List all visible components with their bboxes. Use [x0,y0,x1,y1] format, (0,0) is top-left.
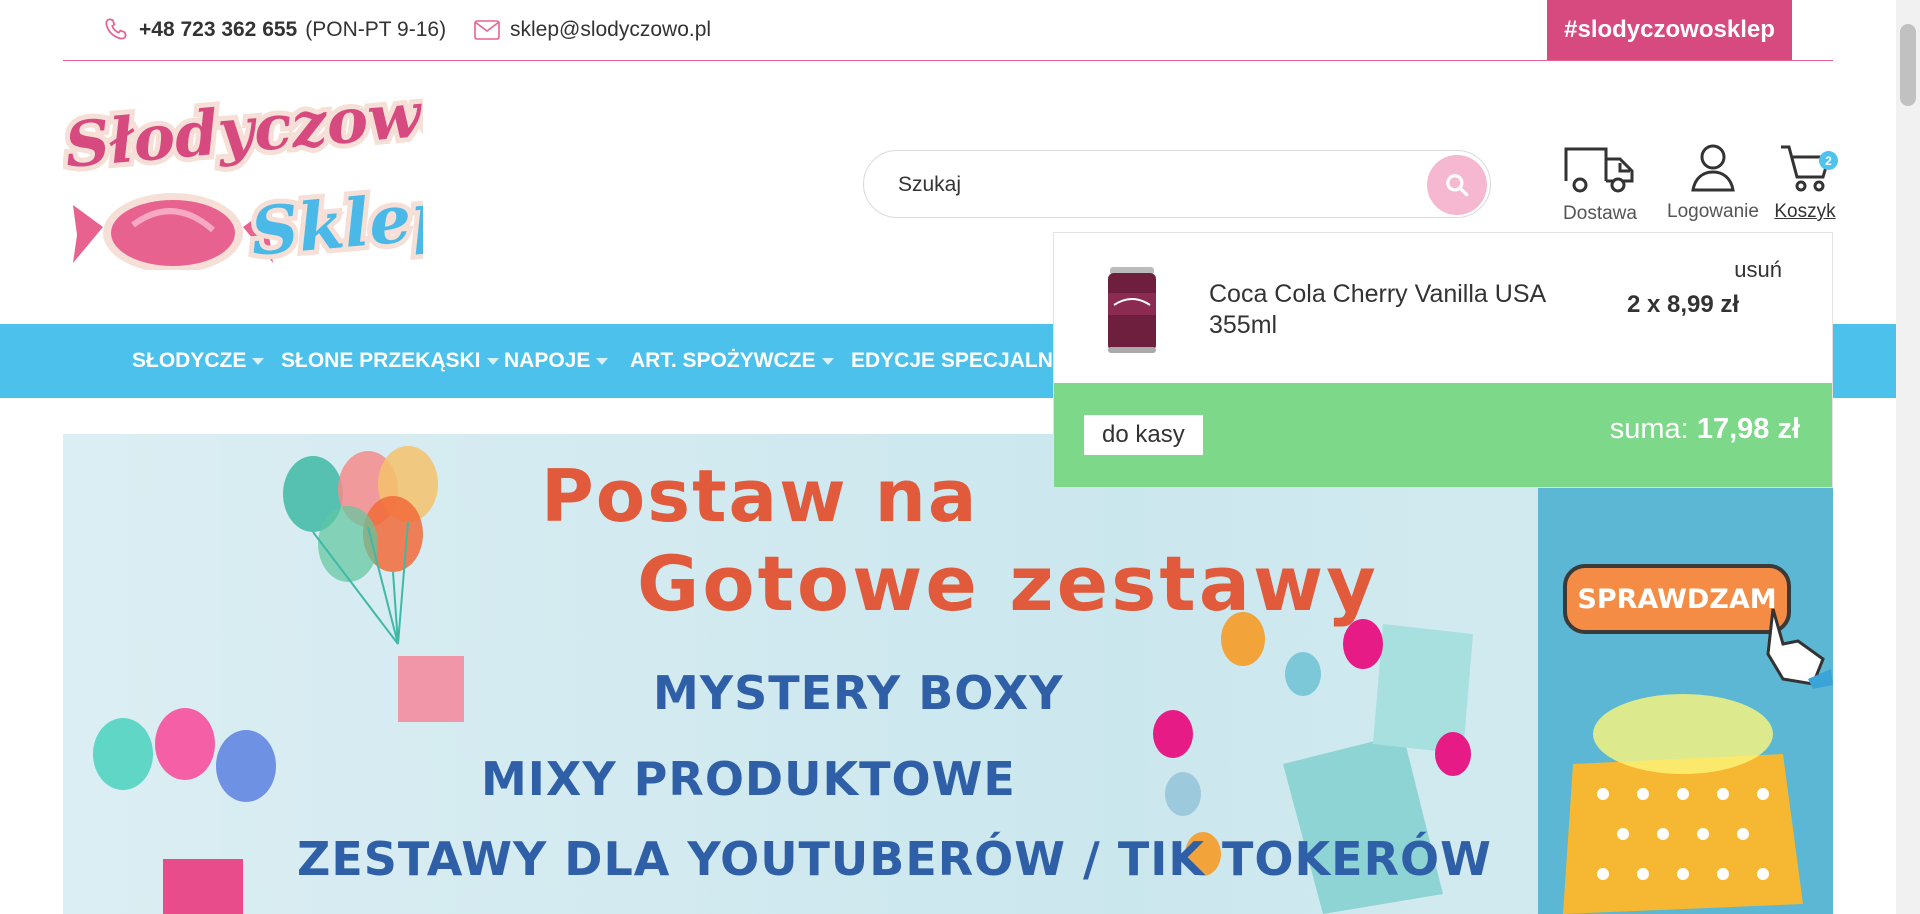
hashtag-button[interactable]: #slodyczowosklep [1547,0,1792,60]
nav-label: NAPOJE [504,349,591,372]
login-label: Logowanie [1667,201,1759,222]
caret-down-icon [486,357,499,365]
caret-down-icon [596,357,609,365]
search-icon [1446,174,1469,197]
mail-icon [474,20,500,40]
user-icon [1691,144,1735,192]
cart-dropdown: usuń Coca Cola Cherry Vanilla USA 355ml … [1053,232,1833,488]
logo-graphic: Słodyczowo Słodyczowo Sklep Sklep [57,69,470,275]
search-box [863,150,1491,218]
nav-label: EDYCJE SPECJALNE [851,349,1067,372]
nav-label: SŁODYCZE [132,349,247,372]
search-button[interactable] [1427,155,1487,215]
cart-total-value: 17,98 zł [1696,413,1800,445]
candy-icon [73,193,273,273]
svg-text:Sklep: Sklep [248,175,423,270]
nav-item-slodycze[interactable]: SŁODYCZE [132,324,265,398]
caret-down-icon [821,357,834,365]
nav-item-art-spozywcze[interactable]: ART. SPOŻYWCZE [630,324,834,398]
page: +48 723 362 655 (PON-PT 9-16) sklep@slod… [0,0,1896,914]
checkout-button[interactable]: do kasy [1084,415,1203,455]
cart-count-badge: 2 [1819,151,1838,170]
nav-label: ART. SPOŻYWCZE [630,349,816,372]
gift-box-icon [1563,694,1803,914]
truck-icon [1564,147,1634,193]
contact-email[interactable]: sklep@slodyczowo.pl [474,0,711,60]
svg-text:Słodyczowo: Słodyczowo [63,95,423,182]
delivery-link[interactable]: Dostawa [1560,143,1640,225]
shop-logo[interactable]: Słodyczowo Słodyczowo Sklep Sklep [57,69,470,275]
pointer-hand-icon [1766,608,1833,689]
login-link[interactable]: Logowanie [1663,143,1763,223]
nav-item-edycje-specjalne[interactable]: EDYCJE SPECJALNE [851,324,1067,398]
banner-line-1: MYSTERY BOXY [653,666,1064,720]
email-address[interactable]: sklep@slodyczowo.pl [510,18,711,42]
cart-item-qty-price: 2 x 8,99 zł [1627,291,1740,318]
search-input[interactable] [896,163,1380,207]
phone-icon [105,18,127,40]
cart-total: suma: 17,98 zł [1610,413,1800,446]
nav-item-slone-przekaski[interactable]: SŁONE PRZEKĄSKI [281,324,499,398]
nav-item-napoje[interactable]: NAPOJE [504,324,609,398]
contact-phone[interactable]: +48 723 362 655 (PON-PT 9-16) [103,0,446,60]
cart-item-name[interactable]: Coca Cola Cherry Vanilla USA 355ml [1209,279,1589,341]
caret-down-icon [252,357,265,365]
nav-label: SŁONE PRZEKĄSKI [281,349,481,372]
scrollbar-thumb[interactable] [1900,24,1916,106]
cart-dropdown-footer: do kasy suma: 17,98 zł [1054,383,1832,487]
banner-title-1: Postaw na [541,454,979,538]
phone-hours: (PON-PT 9-16) [305,18,447,41]
phone-number[interactable]: +48 723 362 655 [139,18,297,42]
banner-title-2: Gotowe zestawy [637,539,1379,628]
cart-total-label: suma: [1609,413,1689,445]
delivery-label: Dostawa [1563,203,1637,224]
remove-item-link[interactable]: usuń [1734,257,1782,283]
banner-line-2: MIXY PRODUKTOWE [481,752,1016,806]
promo-banner[interactable]: Postaw na Gotowe zestawy MYSTERY BOXY MI… [63,434,1833,914]
page-scrollbar[interactable] [1896,0,1920,914]
banner-line-3: ZESTAWY DLA YOUTUBERÓW / TIK TOKERÓW [297,832,1492,886]
cart-link[interactable]: 2 Koszyk [1770,143,1840,223]
product-thumbnail[interactable] [1104,263,1160,357]
cart-label[interactable]: Koszyk [1774,201,1835,223]
